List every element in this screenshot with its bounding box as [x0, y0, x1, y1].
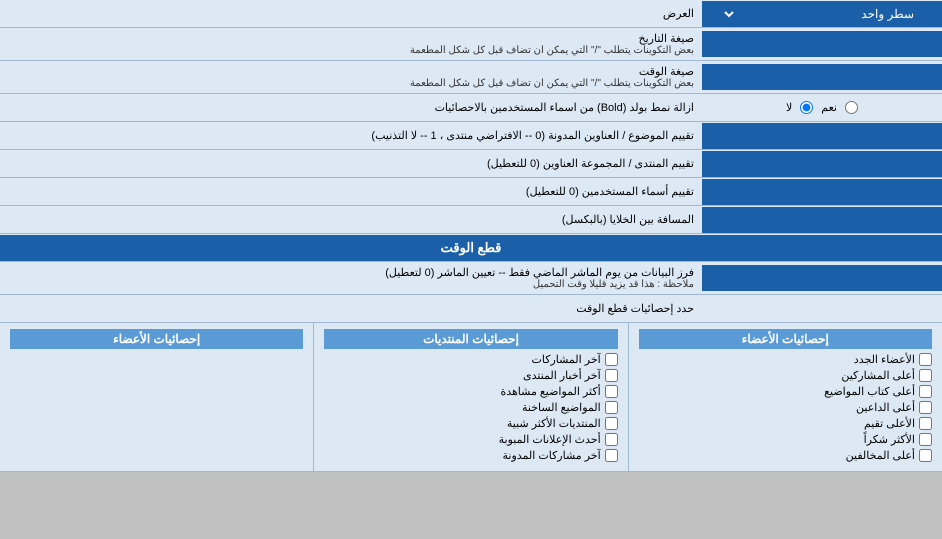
- forum-news-label: آخر أخبار المنتدى: [523, 369, 601, 382]
- bold-no-radio[interactable]: [800, 101, 813, 114]
- statistics-limit-label: حدد إحصائيات قطع الوقت: [0, 298, 702, 319]
- recent-topics-checkbox[interactable]: [605, 401, 618, 414]
- bold-no-label: لا: [786, 101, 792, 114]
- cell-spacing-input[interactable]: 2: [706, 213, 938, 227]
- top-posters2-label: أعلى الداعين: [856, 401, 915, 414]
- top-writers-checkbox[interactable]: [919, 385, 932, 398]
- most-thanked-checkbox[interactable]: [919, 433, 932, 446]
- bold-remove-row: نعم لا ازالة نمط بولد (Bold) من اسماء ال…: [0, 94, 942, 122]
- forum-order-label: تقييم المنتدى / المجموعة العناوين (0 للت…: [0, 153, 702, 174]
- date-format-row: d-m صيغة التاريخ بعض التكوينات يتطلب "/"…: [0, 28, 942, 61]
- cell-spacing-row: 2 المسافة بين الخلايا (بالبكسل): [0, 206, 942, 234]
- display-select[interactable]: سطر واحدسطرينثلاثة أسطر: [722, 4, 922, 24]
- checkbox-similar-forums[interactable]: المنتديات الأكثر شبية: [324, 417, 617, 430]
- col1-header: إحصائيات الأعضاء: [639, 329, 932, 349]
- subjects-order-input[interactable]: 33: [706, 129, 938, 143]
- time-format-label-section: صيغة الوقت بعض التكوينات يتطلب "/" التي …: [0, 61, 702, 93]
- main-container: سطر واحدسطرينثلاثة أسطر العرض d-m صيغة ا…: [0, 0, 942, 472]
- days-cutoff-label-section: فرز البيانات من يوم الماشر الماضي فقط --…: [0, 262, 702, 294]
- checkbox-recent-ads[interactable]: أحدث الإعلانات المبوبة: [324, 433, 617, 446]
- top-posters-label: أعلى المشاركين: [841, 369, 915, 382]
- date-format-main-label: صيغة التاريخ: [8, 32, 694, 45]
- days-cutoff-row: 0 فرز البيانات من يوم الماشر الماضي فقط …: [0, 262, 942, 295]
- similar-forums-label: المنتديات الأكثر شبية: [507, 417, 601, 430]
- header-row: سطر واحدسطرينثلاثة أسطر العرض: [0, 0, 942, 28]
- days-cutoff-input[interactable]: 0: [706, 271, 938, 285]
- cell-spacing-label: المسافة بين الخلايا (بالبكسل): [0, 209, 702, 230]
- recent-ads-label: أحدث الإعلانات المبوبة: [499, 433, 601, 446]
- forum-order-input-container[interactable]: 33: [702, 151, 942, 177]
- subjects-order-label: تقييم الموضوع / العناوين المدونة (0 -- ا…: [0, 125, 702, 146]
- subjects-order-input-container[interactable]: 33: [702, 123, 942, 149]
- top-viewed-checkbox[interactable]: [605, 385, 618, 398]
- checkbox-top-ignored[interactable]: أعلى المخالفين: [639, 449, 932, 462]
- checkbox-most-thanked[interactable]: الأكثر شكراً: [639, 433, 932, 446]
- top-viewed-label: أكثر المواضيع مشاهدة: [500, 385, 600, 398]
- usernames-order-input[interactable]: 0: [706, 185, 938, 199]
- forum-news-checkbox[interactable]: [605, 369, 618, 382]
- similar-forums-checkbox[interactable]: [605, 417, 618, 430]
- checkbox-recent-posts[interactable]: آخر المشاركات: [324, 353, 617, 366]
- date-format-sub-label: بعض التكوينات يتطلب "/" التي يمكن ان تضا…: [8, 45, 694, 56]
- new-members-checkbox[interactable]: [919, 353, 932, 366]
- checkbox-forum-news[interactable]: آخر أخبار المنتدى: [324, 369, 617, 382]
- bold-remove-label: ازالة نمط بولد (Bold) من اسماء المستخدمي…: [0, 97, 702, 118]
- checkbox-top-posters[interactable]: أعلى المشاركين: [639, 369, 932, 382]
- statistics-limit-row: حدد إحصائيات قطع الوقت: [0, 295, 942, 323]
- checkbox-col-forums: إحصائيات المنتديات آخر المشاركات آخر أخب…: [313, 323, 627, 471]
- recent-posts-label: آخر المشاركات: [532, 353, 601, 366]
- top-rated-label: الأعلى تقيم: [864, 417, 915, 430]
- time-format-input[interactable]: H:i: [706, 70, 938, 84]
- recent-posts-checkbox[interactable]: [605, 353, 618, 366]
- time-format-sub-label: بعض التكوينات يتطلب "/" التي يمكن ان تضا…: [8, 78, 694, 89]
- time-format-row: H:i صيغة الوقت بعض التكوينات يتطلب "/" ا…: [0, 61, 942, 94]
- bold-radio-group[interactable]: نعم لا: [702, 95, 942, 121]
- top-ignored-label: أعلى المخالفين: [846, 449, 915, 462]
- recent-shared-label: آخر مشاركات المدونة: [503, 449, 601, 462]
- col3-header: إحصائيات الأعضاء: [10, 329, 303, 349]
- checkboxes-section: إحصائيات الأعضاء الأعضاء الجدد أعلى المش…: [0, 323, 942, 472]
- usernames-order-input-container[interactable]: 0: [702, 179, 942, 205]
- cutoff-section-title: قطع الوقت: [0, 235, 942, 261]
- display-select-container[interactable]: سطر واحدسطرينثلاثة أسطر: [702, 1, 942, 27]
- top-posters2-checkbox[interactable]: [919, 401, 932, 414]
- bold-yes-radio[interactable]: [845, 101, 858, 114]
- checkbox-top-viewed[interactable]: أكثر المواضيع مشاهدة: [324, 385, 617, 398]
- top-rated-checkbox[interactable]: [919, 417, 932, 430]
- days-cutoff-sub-label: ملاحظة : هذا قد يزيد قليلا وقت التحميل: [8, 279, 694, 290]
- checkbox-top-posters2[interactable]: أعلى الداعين: [639, 401, 932, 414]
- checkbox-col-members: إحصائيات الأعضاء الأعضاء الجدد أعلى المش…: [628, 323, 942, 471]
- subjects-order-row: 33 تقييم الموضوع / العناوين المدونة (0 -…: [0, 122, 942, 150]
- recent-shared-checkbox[interactable]: [605, 449, 618, 462]
- col2-header: إحصائيات المنتديات: [324, 329, 617, 349]
- cell-spacing-input-container[interactable]: 2: [702, 207, 942, 233]
- checkbox-top-rated[interactable]: الأعلى تقيم: [639, 417, 932, 430]
- checkbox-new-members[interactable]: الأعضاء الجدد: [639, 353, 932, 366]
- usernames-order-row: 0 تقييم أسماء المستخدمين (0 للتعطيل): [0, 178, 942, 206]
- time-format-main-label: صيغة الوقت: [8, 65, 694, 78]
- days-cutoff-input-container[interactable]: 0: [702, 265, 942, 291]
- checkbox-recent-shared[interactable]: آخر مشاركات المدونة: [324, 449, 617, 462]
- forum-order-row: 33 تقييم المنتدى / المجموعة العناوين (0 …: [0, 150, 942, 178]
- date-format-label-section: صيغة التاريخ بعض التكوينات يتطلب "/" الت…: [0, 28, 702, 60]
- checkbox-col-members2: إحصائيات الأعضاء: [0, 323, 313, 471]
- days-cutoff-main-label: فرز البيانات من يوم الماشر الماضي فقط --…: [8, 266, 694, 279]
- checkbox-recent-topics[interactable]: المواضيع الساخنة: [324, 401, 617, 414]
- time-format-input-container[interactable]: H:i: [702, 64, 942, 90]
- header-label: العرض: [0, 3, 702, 24]
- bold-yes-label: نعم: [821, 101, 837, 114]
- top-ignored-checkbox[interactable]: [919, 449, 932, 462]
- most-thanked-label: الأكثر شكراً: [864, 433, 915, 446]
- usernames-order-label: تقييم أسماء المستخدمين (0 للتعطيل): [0, 181, 702, 202]
- checkbox-top-writers[interactable]: أعلى كتاب المواضيع: [639, 385, 932, 398]
- cutoff-section-header-row: قطع الوقت: [0, 234, 942, 262]
- date-format-input[interactable]: d-m: [706, 37, 938, 51]
- top-posters-checkbox[interactable]: [919, 369, 932, 382]
- recent-topics-label: المواضيع الساخنة: [522, 401, 601, 414]
- recent-ads-checkbox[interactable]: [605, 433, 618, 446]
- date-format-input-container[interactable]: d-m: [702, 31, 942, 57]
- top-writers-label: أعلى كتاب المواضيع: [824, 385, 915, 398]
- forum-order-input[interactable]: 33: [706, 157, 938, 171]
- new-members-label: الأعضاء الجدد: [854, 353, 915, 366]
